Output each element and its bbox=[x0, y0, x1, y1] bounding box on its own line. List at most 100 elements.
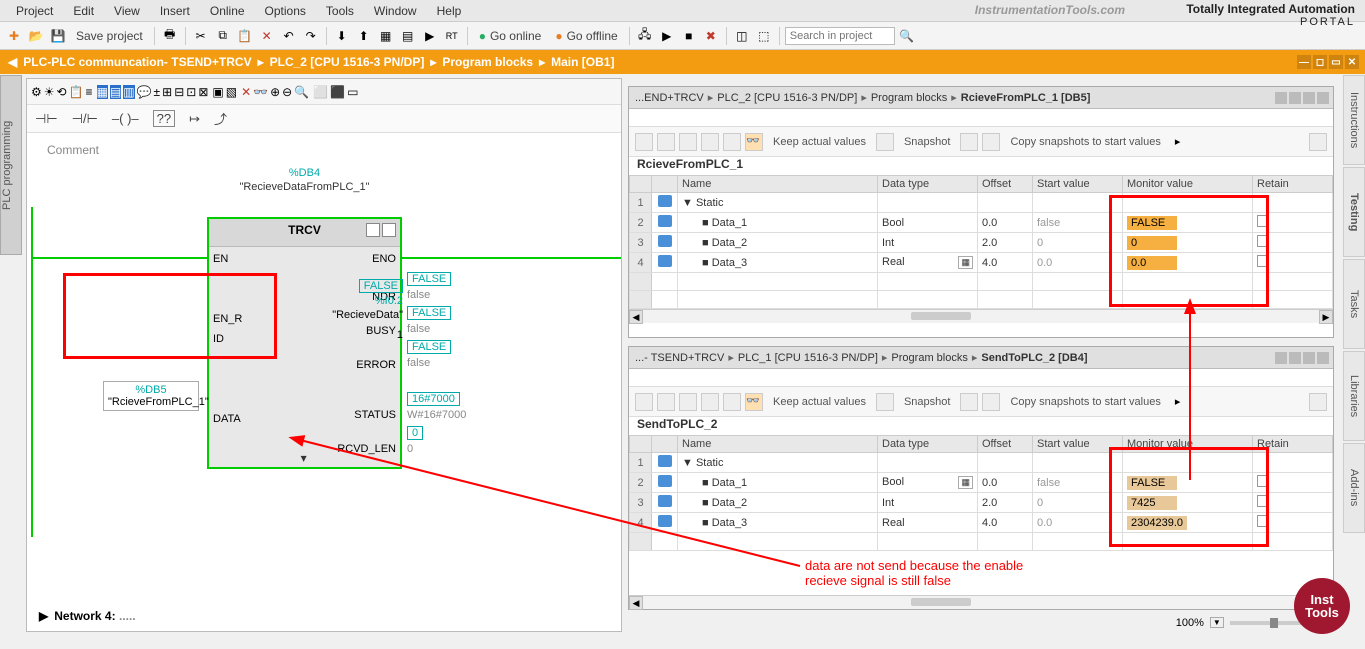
table-row[interactable]: 4■ Data_3Real ▦4.00.00.0 bbox=[630, 253, 1333, 273]
et-icon[interactable]: 🔍 bbox=[294, 85, 309, 99]
p1-bc3[interactable]: RcieveFromPLC_1 [DB5] bbox=[961, 92, 1091, 104]
et-icon[interactable]: ⚙ bbox=[31, 85, 42, 99]
et-icon[interactable]: ▣ bbox=[212, 85, 223, 99]
p2-tool-icon[interactable] bbox=[657, 393, 675, 411]
monitor-glasses-icon[interactable]: 👓 bbox=[745, 133, 763, 151]
rtab-addins[interactable]: Add-ins bbox=[1343, 443, 1365, 533]
et-icon[interactable]: ▦ bbox=[97, 85, 108, 99]
menu-insert[interactable]: Insert bbox=[150, 1, 200, 21]
copy-snap-icon[interactable] bbox=[960, 393, 978, 411]
monitor-glasses-icon[interactable]: 👓 bbox=[745, 393, 763, 411]
undo-icon[interactable]: ↶ bbox=[279, 26, 299, 46]
et-icon[interactable]: ⊟ bbox=[174, 85, 184, 99]
snapshot-icon[interactable] bbox=[876, 133, 894, 151]
p2-tool-icon[interactable] bbox=[701, 393, 719, 411]
p2-bc0[interactable]: ...- TSEND+TRCV bbox=[635, 352, 724, 364]
bc-3[interactable]: Main [OB1] bbox=[551, 55, 614, 69]
upload-icon[interactable]: ⬆ bbox=[354, 26, 374, 46]
paste-icon[interactable]: 📋 bbox=[235, 26, 255, 46]
p2-float-icon[interactable] bbox=[1303, 352, 1315, 364]
block-icon1[interactable] bbox=[366, 223, 380, 237]
p1-float-icon[interactable] bbox=[1303, 92, 1315, 104]
copy-snap-icon2[interactable] bbox=[982, 393, 1000, 411]
compile-icon[interactable]: ▦ bbox=[376, 26, 396, 46]
type-picker-icon[interactable]: ▦ bbox=[958, 256, 973, 269]
retain-checkbox[interactable] bbox=[1257, 215, 1269, 227]
col-startvalue[interactable]: Start value bbox=[1033, 176, 1123, 193]
simulate-icon[interactable]: ▶ bbox=[420, 26, 440, 46]
et-icon[interactable]: ⊠ bbox=[198, 85, 208, 99]
rtab-testing[interactable]: Testing bbox=[1343, 167, 1365, 257]
col-name[interactable]: Name bbox=[678, 176, 878, 193]
new-project-icon[interactable]: ✚ bbox=[4, 26, 24, 46]
close-icon[interactable]: ✕ bbox=[1345, 55, 1359, 69]
save-project-button[interactable]: Save project bbox=[70, 26, 149, 46]
col-name[interactable]: Name bbox=[678, 436, 878, 453]
branch-icon[interactable]: ↦ bbox=[189, 111, 200, 127]
col-offset[interactable]: Offset bbox=[978, 436, 1033, 453]
hwconfig-icon[interactable]: ▤ bbox=[398, 26, 418, 46]
contact-no-icon[interactable]: ⊣⊢ bbox=[35, 111, 58, 127]
col-datatype[interactable]: Data type bbox=[878, 436, 978, 453]
col-monitorvalue[interactable]: Monitor value bbox=[1123, 176, 1253, 193]
et-icon[interactable]: ▭ bbox=[347, 85, 358, 99]
col-offset[interactable]: Offset bbox=[978, 176, 1033, 193]
split-v-icon[interactable]: ⬚ bbox=[754, 26, 774, 46]
p2-bc3[interactable]: SendToPLC_2 [DB4] bbox=[981, 352, 1087, 364]
fbd-trcv-block[interactable]: TRCV EN EN_R ID DATA ENO NDR BUSY ERROR … bbox=[207, 217, 402, 469]
menu-options[interactable]: Options bbox=[255, 1, 316, 21]
col-startvalue[interactable]: Start value bbox=[1033, 436, 1123, 453]
table-row[interactable]: 4■ Data_3Real4.00.02304239.0 bbox=[630, 513, 1333, 533]
et-icon[interactable]: ⟲ bbox=[57, 85, 67, 99]
menu-online[interactable]: Online bbox=[200, 1, 255, 21]
menu-window[interactable]: Window bbox=[364, 1, 427, 21]
table-row[interactable]: 2■ Data_1Bool0.0falseFALSE bbox=[630, 213, 1333, 233]
et-icon[interactable]: ☀ bbox=[44, 85, 55, 99]
p2-bc1[interactable]: PLC_1 [CPU 1516-3 PN/DP] bbox=[738, 352, 878, 364]
table-row[interactable]: 1▼ Static bbox=[630, 453, 1333, 473]
et-icon[interactable]: ⬛ bbox=[330, 85, 345, 99]
table-row[interactable]: 3■ Data_2Int2.000 bbox=[630, 233, 1333, 253]
p1-bc1[interactable]: PLC_2 [CPU 1516-3 PN/DP] bbox=[717, 92, 857, 104]
open-project-icon[interactable]: 📂 bbox=[26, 26, 46, 46]
monitor-icon[interactable]: 👓 bbox=[253, 85, 268, 99]
p1-tool-icon[interactable] bbox=[679, 133, 697, 151]
copy-icon[interactable]: ⧉ bbox=[213, 26, 233, 46]
p1-tool-tail-icon[interactable] bbox=[1309, 133, 1327, 151]
et-icon[interactable]: ⊞ bbox=[162, 85, 172, 99]
et-icon[interactable]: ✕ bbox=[241, 85, 251, 99]
retain-checkbox[interactable] bbox=[1257, 475, 1269, 487]
bc-2[interactable]: Program blocks bbox=[442, 55, 533, 69]
p1-max-icon[interactable] bbox=[1289, 92, 1301, 104]
retain-checkbox[interactable] bbox=[1257, 255, 1269, 267]
et-icon[interactable]: ⊡ bbox=[186, 85, 196, 99]
menu-edit[interactable]: Edit bbox=[63, 1, 104, 21]
menu-view[interactable]: View bbox=[104, 1, 150, 21]
stop-cpu-icon[interactable]: ■ bbox=[679, 26, 699, 46]
panel2-scrollbar[interactable]: ◀▶ bbox=[629, 595, 1333, 609]
search-go-icon[interactable]: 🔍 bbox=[897, 26, 917, 46]
menu-help[interactable]: Help bbox=[427, 1, 472, 21]
type-picker-icon[interactable]: ▦ bbox=[958, 476, 973, 489]
p1-bc0[interactable]: ...END+TRCV bbox=[635, 92, 704, 104]
keep-actual-button[interactable]: Keep actual values bbox=[773, 396, 866, 408]
panel1-scrollbar[interactable]: ◀▶ bbox=[629, 309, 1333, 323]
retain-checkbox[interactable] bbox=[1257, 495, 1269, 507]
p2-tool-icon[interactable] bbox=[679, 393, 697, 411]
coil-icon[interactable]: –( )– bbox=[112, 111, 139, 126]
p1-close-icon[interactable] bbox=[1317, 92, 1329, 104]
branch2-icon[interactable]: ⤴ bbox=[214, 109, 227, 128]
cross-ref-icon[interactable]: ✖ bbox=[701, 26, 721, 46]
box-icon[interactable]: ?? bbox=[153, 110, 175, 127]
save-icon[interactable]: 💾 bbox=[48, 26, 68, 46]
start-cpu-icon[interactable]: ▶ bbox=[657, 26, 677, 46]
p1-min-icon[interactable] bbox=[1275, 92, 1287, 104]
snapshot-button[interactable]: Snapshot bbox=[904, 396, 950, 408]
split-h-icon[interactable]: ◫ bbox=[732, 26, 752, 46]
p1-tool-icon[interactable] bbox=[723, 133, 741, 151]
col-retain[interactable]: Retain bbox=[1253, 436, 1333, 453]
search-input[interactable] bbox=[785, 27, 895, 45]
col-datatype[interactable]: Data type bbox=[878, 176, 978, 193]
retain-checkbox[interactable] bbox=[1257, 515, 1269, 527]
menu-project[interactable]: Project bbox=[6, 1, 63, 21]
